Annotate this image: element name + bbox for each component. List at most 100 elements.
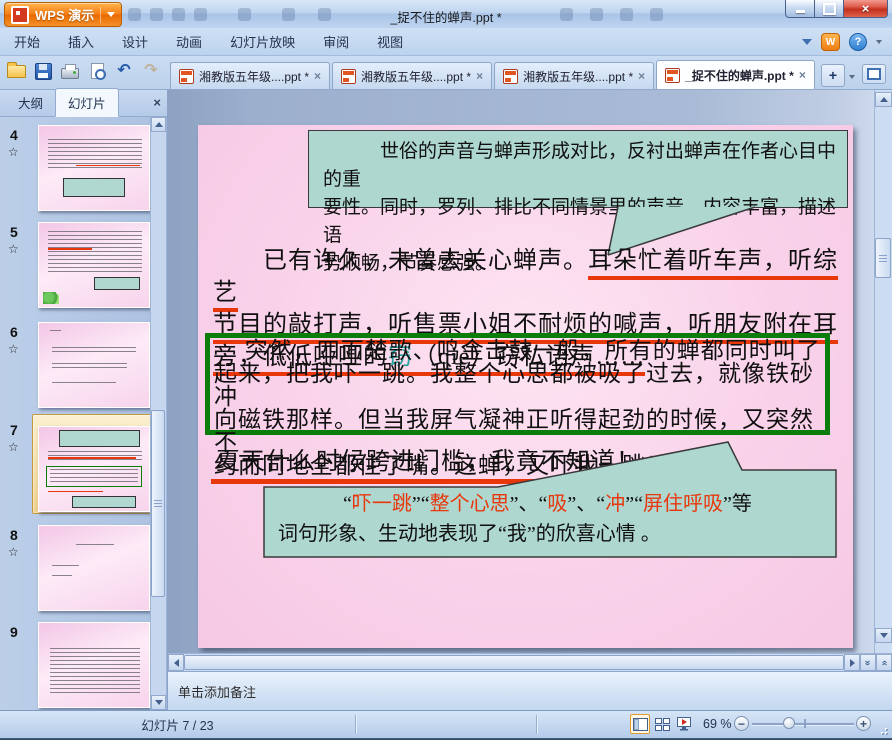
slide-number: 5 <box>10 224 18 240</box>
wps-app-menu-button[interactable]: WPS 演示 <box>4 2 123 27</box>
horizontal-scrollbar[interactable]: « « <box>168 653 892 671</box>
slide-thumbnail[interactable] <box>38 125 150 211</box>
close-tab-icon[interactable]: × <box>314 70 321 82</box>
scrollbar-thumb[interactable] <box>151 410 165 597</box>
minimize-button[interactable] <box>785 0 815 18</box>
close-tab-icon[interactable]: × <box>476 70 483 82</box>
annotation-callout-bottom-text[interactable]: “吓一跳”“整个心思”、“吸”、“冲”“屏住呼吸”等 词句形象、生动地表现了“我”… <box>278 489 830 549</box>
menu-slideshow[interactable]: 幻灯片放映 <box>216 27 309 56</box>
zoom-slider-track[interactable] <box>752 723 854 725</box>
vertical-scrollbar[interactable] <box>874 90 892 653</box>
slide-thumbnail[interactable] <box>38 322 150 408</box>
window-switch-button[interactable] <box>862 64 886 84</box>
slide-thumbnail[interactable] <box>38 222 150 308</box>
app-button-label: WPS 演示 <box>35 8 95 23</box>
normal-view-button[interactable] <box>630 714 650 734</box>
menu-insert[interactable]: 插入 <box>54 27 108 56</box>
notes-pane[interactable]: 单击添加备注 <box>168 671 892 710</box>
quick-access-icon[interactable] <box>318 8 331 21</box>
maximize-button[interactable] <box>815 0 843 18</box>
quick-access-icon[interactable] <box>590 8 603 21</box>
document-tab[interactable]: 湘教版五年级....ppt * × <box>170 62 331 89</box>
help-icon[interactable]: ? <box>849 33 867 51</box>
status-bar: 幻灯片 7 / 23 69 % − + <box>0 710 892 738</box>
quick-access-icon[interactable] <box>238 8 251 21</box>
tab-slides[interactable]: 幻灯片 <box>55 88 119 117</box>
zoom-slider-thumb[interactable] <box>783 717 795 729</box>
zoom-in-button[interactable]: + <box>856 716 871 731</box>
wps-presentation-window: WPS 演示 _捉不住的蝉声.ppt * × 开始 插入 设计 动画 幻灯片放映… <box>0 0 892 740</box>
menu-review[interactable]: 审阅 <box>309 27 363 56</box>
open-button[interactable] <box>6 61 26 81</box>
menu-animation[interactable]: 动画 <box>162 27 216 56</box>
normal-view-icon <box>632 717 648 731</box>
ppt-file-icon <box>665 67 681 83</box>
scroll-down-button[interactable] <box>875 628 892 643</box>
slide-number: 8 <box>10 527 18 543</box>
slideshow-button[interactable] <box>674 714 694 734</box>
tab-dropdown-icon[interactable] <box>849 75 856 79</box>
redo-button[interactable]: ↷ <box>141 61 161 81</box>
save-icon <box>34 62 52 80</box>
undo-button[interactable]: ↶ <box>114 61 134 81</box>
zoom-out-button[interactable]: − <box>734 716 749 731</box>
slideshow-icon <box>677 717 691 731</box>
animation-star-icon: ☆ <box>8 242 19 256</box>
previous-slide-button[interactable]: « <box>860 654 876 671</box>
annotation-callout-top[interactable]: 世俗的声音与蝉声形成对比，反衬出蝉声在作者心目中的重 要性。同时，罗列、排比不同情… <box>308 130 848 274</box>
menu-home[interactable]: 开始 <box>0 27 54 56</box>
thumbnail-list: 4 ☆ 5 ☆ 6 ☆ 7 ☆ 8 ☆ 9 <box>0 117 167 710</box>
scrollbar-thumb[interactable] <box>184 655 844 670</box>
zoom-percentage: 69 % <box>703 717 732 731</box>
slide-thumbnail[interactable] <box>38 622 150 708</box>
scroll-right-button[interactable] <box>844 654 860 671</box>
divider <box>100 6 102 23</box>
document-tab[interactable]: 湘教版五年级....ppt * × <box>332 62 493 89</box>
panel-scrollbar[interactable] <box>150 117 166 710</box>
save-button[interactable] <box>33 61 53 81</box>
scroll-down-button[interactable] <box>151 695 166 710</box>
scroll-left-button[interactable] <box>168 654 184 671</box>
animation-star-icon: ☆ <box>8 145 19 159</box>
resize-grip[interactable] <box>878 725 888 735</box>
menu-design[interactable]: 设计 <box>108 27 162 56</box>
slide-sorter-view-button[interactable] <box>652 714 672 734</box>
slide-counter: 幻灯片 7 / 23 <box>141 719 214 733</box>
document-tab-active[interactable]: _捉不住的蝉声.ppt * × <box>656 60 815 89</box>
slide-thumbnail[interactable] <box>38 426 150 512</box>
quick-access-icon[interactable] <box>282 8 295 21</box>
chevron-down-icon[interactable] <box>876 40 882 44</box>
document-tab[interactable]: 湘教版五年级....ppt * × <box>494 62 655 89</box>
slide-thumbnail[interactable] <box>38 525 150 611</box>
slide-editor[interactable]: 世俗的声音与蝉声形成对比，反衬出蝉声在作者心目中的重 要性。同时，罗列、排比不同情… <box>198 125 853 648</box>
quick-access-icon[interactable] <box>172 8 185 21</box>
workspace: 大纲 幻灯片 × 4 ☆ 5 ☆ 6 ☆ 7 ☆ 8 ☆ 9 世俗的声音与蝉声形… <box>0 88 892 710</box>
close-button[interactable]: × <box>843 0 888 18</box>
close-tab-icon[interactable]: × <box>799 69 806 81</box>
scroll-up-button[interactable] <box>875 92 892 107</box>
close-tab-icon[interactable]: × <box>638 70 645 82</box>
animation-star-icon: ☆ <box>8 440 19 454</box>
panel-tabs: 大纲 幻灯片 × <box>0 88 167 117</box>
menu-view[interactable]: 视图 <box>363 27 417 56</box>
undo-icon: ↶ <box>117 62 131 79</box>
quick-access-icon[interactable] <box>560 8 573 21</box>
quick-access-icon[interactable] <box>150 8 163 21</box>
green-highlight-box[interactable]: 突然，四面楚歌、鸣金击鼓一般，所有的蝉都同时叫了 起来，把我吓一跳。我整个心思都被… <box>205 333 830 477</box>
quick-access-icon[interactable] <box>620 8 633 21</box>
scrollbar-thumb[interactable] <box>875 238 891 278</box>
skin-icon[interactable]: W <box>821 33 840 51</box>
quick-access-icon[interactable] <box>128 8 141 21</box>
scroll-up-button[interactable] <box>151 117 166 132</box>
new-tab-button[interactable]: + <box>820 64 846 87</box>
close-panel-icon[interactable]: × <box>153 95 161 110</box>
collapse-ribbon-icon[interactable] <box>802 39 812 45</box>
print-button[interactable] <box>60 61 80 81</box>
notes-placeholder: 单击添加备注 <box>178 684 257 700</box>
quick-access-icon[interactable] <box>194 8 207 21</box>
tab-outline[interactable]: 大纲 <box>6 89 55 116</box>
next-slide-button[interactable]: « <box>876 654 892 671</box>
folder-icon <box>6 61 26 78</box>
quick-access-icon[interactable] <box>650 8 663 21</box>
print-preview-button[interactable] <box>87 61 107 81</box>
